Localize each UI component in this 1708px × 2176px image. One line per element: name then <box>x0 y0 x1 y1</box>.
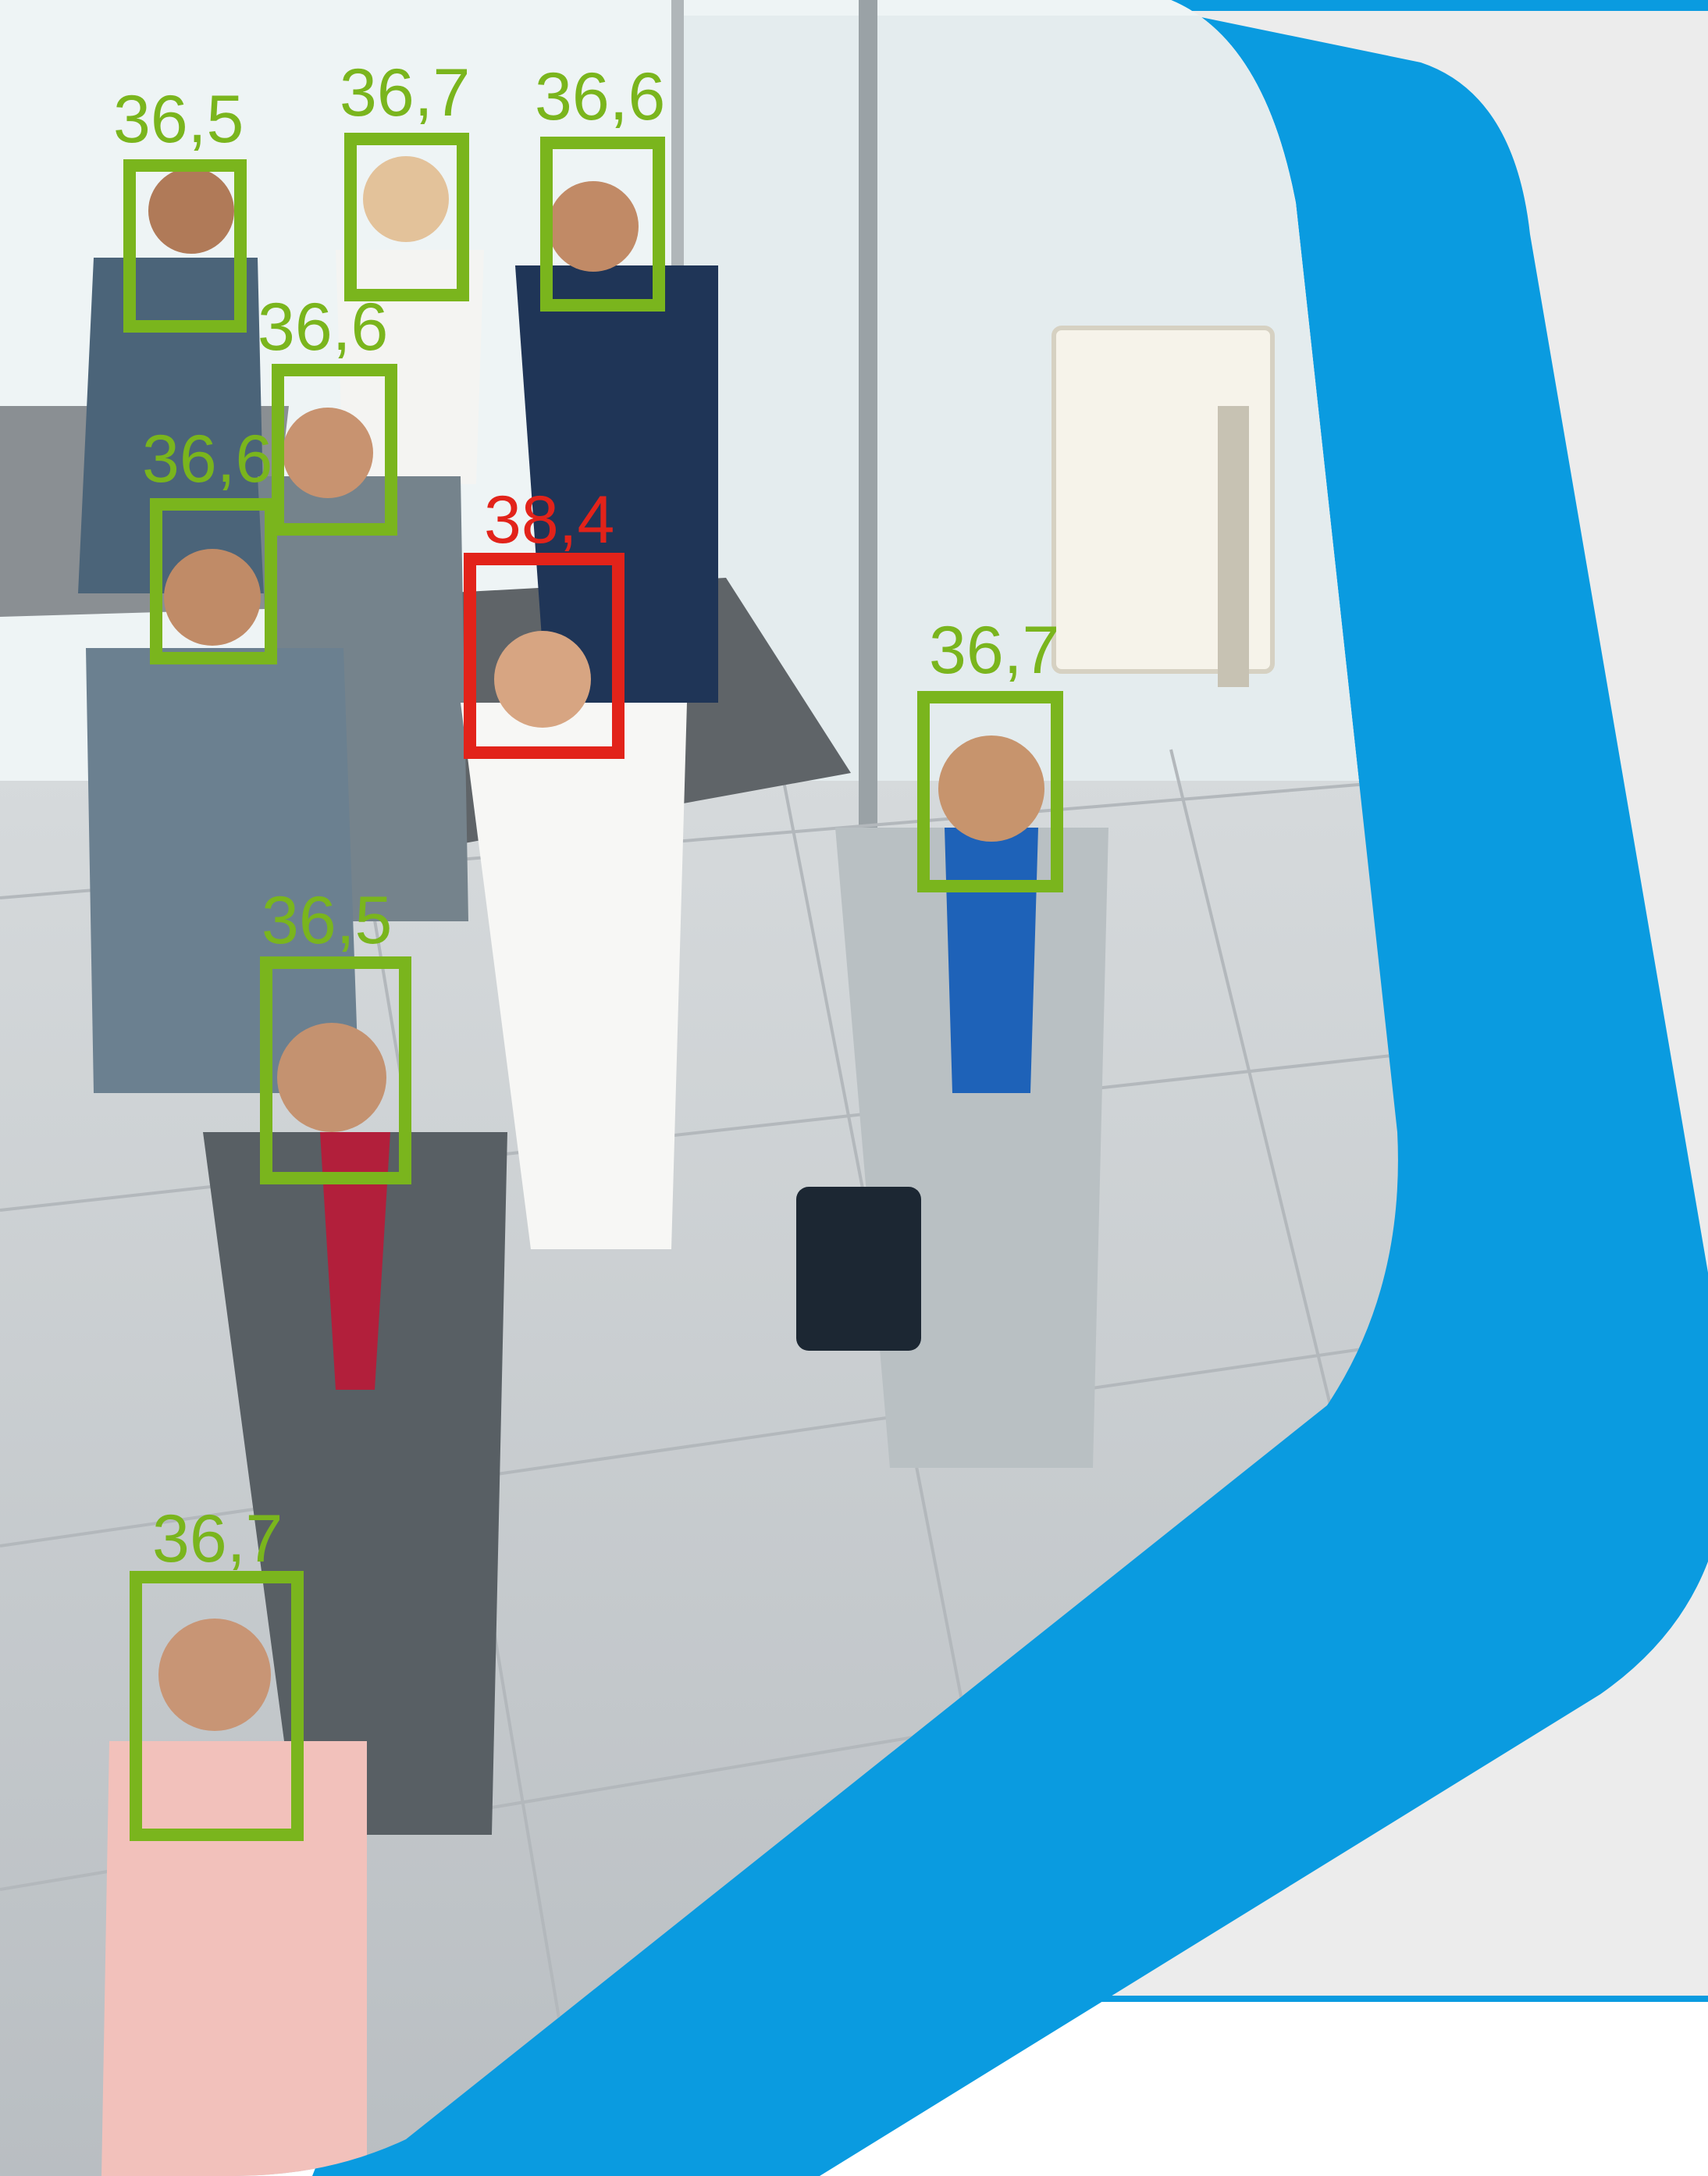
thermal-screening-image: 36,5 36,7 36,6 36,6 36,6 38,4 36,7 36,5 36,7 <box>0 0 1708 2176</box>
temperature-label: 36,6 <box>535 59 665 134</box>
temperature-label: 36,7 <box>340 55 470 130</box>
temperature-label: 36,7 <box>929 613 1059 688</box>
temperature-label: 36,5 <box>262 883 392 958</box>
temperature-label: 36,7 <box>152 1501 283 1576</box>
temperature-label: 38,4 <box>484 483 614 557</box>
temperature-label: 36,5 <box>113 82 244 157</box>
temperature-label: 36,6 <box>142 422 272 497</box>
temperature-label: 36,6 <box>258 290 388 365</box>
